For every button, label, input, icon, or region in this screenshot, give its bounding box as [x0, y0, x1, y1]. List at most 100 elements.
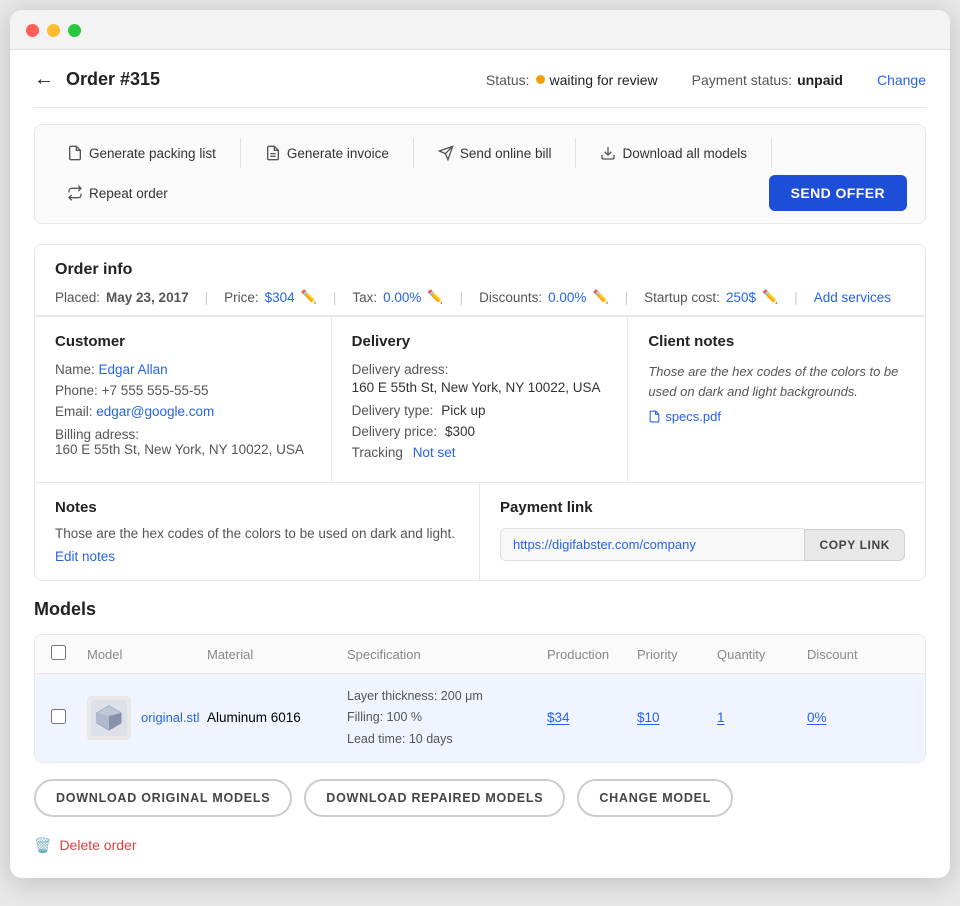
add-services-link[interactable]: Add services	[814, 290, 891, 305]
file-icon	[67, 145, 83, 161]
table-row: original.stl Aluminum 6016 Layer thickne…	[35, 674, 925, 762]
email-value[interactable]: edgar@google.com	[96, 404, 214, 419]
generate-packing-list-label: Generate packing list	[89, 146, 216, 161]
startup-label: Startup cost:	[644, 290, 720, 305]
change-model-button[interactable]: CHANGE MODEL	[577, 779, 733, 817]
priority-value[interactable]: $10	[637, 710, 717, 725]
edit-notes-link[interactable]: Edit notes	[55, 549, 115, 564]
customer-phone-row: Phone: +7 555 555-55-55	[55, 383, 311, 398]
info-grid: Customer Name: Edgar Allan Phone: +7 555…	[35, 316, 925, 482]
notes-title: Notes	[55, 499, 459, 516]
phone-label: Phone:	[55, 383, 98, 398]
generate-invoice-label: Generate invoice	[287, 146, 389, 161]
app-window: ← Order #315 Status: waiting for review …	[10, 10, 950, 878]
startup-edit-icon[interactable]: ✏️	[762, 289, 778, 305]
payment-link-input[interactable]	[500, 528, 804, 561]
placed-value: May 23, 2017	[106, 290, 189, 305]
repeat-icon	[67, 185, 83, 201]
price-value[interactable]: $304	[265, 290, 295, 305]
delivery-type-label: Delivery type:	[352, 403, 434, 418]
download-all-models-button[interactable]: Download all models	[586, 137, 761, 169]
discounts-edit-icon[interactable]: ✏️	[592, 289, 608, 305]
row-select-checkbox[interactable]	[51, 709, 66, 724]
spec-lead: Lead time: 10 days	[347, 729, 547, 750]
payment-cell: Payment link COPY LINK	[480, 483, 925, 580]
delivery-address-label: Delivery adress:	[352, 362, 608, 377]
delivery-price-value: $300	[445, 424, 475, 439]
discounts-value[interactable]: 0.00%	[548, 290, 586, 305]
quantity-value[interactable]: 1	[717, 710, 807, 725]
email-label: Email:	[55, 404, 93, 419]
spec-layer: Layer thickness: 200 μm	[347, 686, 547, 707]
billing-value: 160 E 55th St, New York, NY 10022, USA	[55, 442, 311, 457]
download-icon	[600, 145, 616, 161]
payment-value: unpaid	[797, 72, 843, 88]
payment-label: Payment status:	[692, 72, 792, 88]
order-info-title: Order info	[55, 261, 905, 279]
order-info-card: Order info Placed: May 23, 2017 | Price:…	[34, 244, 926, 581]
col-specification: Specification	[347, 647, 547, 662]
invoice-icon	[265, 145, 281, 161]
order-meta: Placed: May 23, 2017 | Price: $304 ✏️ | …	[55, 289, 905, 305]
col-priority: Priority	[637, 647, 717, 662]
tracking-value[interactable]: Not set	[413, 445, 456, 460]
traffic-lights	[26, 24, 81, 37]
copy-link-button[interactable]: COPY LINK	[804, 529, 905, 561]
production-value[interactable]: $34	[547, 710, 637, 725]
repeat-order-button[interactable]: Repeat order	[53, 177, 182, 209]
models-table-header: Model Material Specification Production …	[35, 635, 925, 674]
startup-value[interactable]: 250$	[726, 290, 756, 305]
phone-value: +7 555 555-55-55	[102, 383, 209, 398]
customer-email-row: Email: edgar@google.com	[55, 404, 311, 419]
generate-packing-list-button[interactable]: Generate packing list	[53, 137, 230, 169]
close-button[interactable]	[26, 24, 39, 37]
back-arrow-icon[interactable]: ←	[34, 68, 54, 91]
name-value[interactable]: Edgar Allan	[99, 362, 168, 377]
col-production: Production	[547, 647, 637, 662]
divider4	[771, 138, 772, 168]
generate-invoice-button[interactable]: Generate invoice	[251, 137, 403, 169]
material-cell: Aluminum 6016	[207, 710, 347, 725]
billing-label: Billing adress:	[55, 427, 311, 442]
top-bar: ← Order #315 Status: waiting for review …	[34, 68, 926, 108]
tax-edit-icon[interactable]: ✏️	[427, 289, 443, 305]
price-edit-icon[interactable]: ✏️	[301, 289, 317, 305]
model-thumb-img	[91, 700, 127, 736]
col-model: Model	[87, 647, 207, 662]
bottom-buttons: DOWNLOAD ORIGINAL MODELS DOWNLOAD REPAIR…	[34, 779, 926, 817]
row-checkbox	[51, 709, 87, 727]
titlebar	[10, 10, 950, 50]
delivery-address-value: 160 E 55th St, New York, NY 10022, USA	[352, 380, 608, 395]
download-repaired-models-button[interactable]: DOWNLOAD REPAIRED MODELS	[304, 779, 565, 817]
specs-link[interactable]: specs.pdf	[648, 409, 905, 424]
discount-value[interactable]: 0%	[807, 710, 897, 725]
delete-order-row[interactable]: 🗑️ Delete order	[34, 837, 926, 854]
models-section: Models Model Material Specification Prod…	[34, 599, 926, 763]
tax-value[interactable]: 0.00%	[383, 290, 421, 305]
send-online-bill-label: Send online bill	[460, 146, 552, 161]
customer-name-row: Name: Edgar Allan	[55, 362, 311, 377]
specification-cell: Layer thickness: 200 μm Filling: 100 % L…	[347, 686, 547, 750]
send-offer-button[interactable]: SEND OFFER	[769, 175, 907, 211]
delete-order-label: Delete order	[59, 837, 136, 853]
toolbar: Generate packing list Generate invoice S…	[34, 124, 926, 224]
client-notes-text: Those are the hex codes of the colors to…	[648, 362, 905, 401]
change-link[interactable]: Change	[877, 72, 926, 88]
divider2	[413, 138, 414, 168]
send-icon	[438, 145, 454, 161]
tracking-label: Tracking	[352, 445, 403, 460]
delivery-type-row: Delivery type: Pick up	[352, 403, 608, 418]
download-original-models-button[interactable]: DOWNLOAD ORIGINAL MODELS	[34, 779, 292, 817]
price-value: $54	[897, 710, 926, 725]
minimize-button[interactable]	[47, 24, 60, 37]
model-name-link[interactable]: original.stl	[141, 710, 200, 725]
maximize-button[interactable]	[68, 24, 81, 37]
repeat-order-label: Repeat order	[89, 186, 168, 201]
send-online-bill-button[interactable]: Send online bill	[424, 137, 566, 169]
col-price: Price	[897, 647, 926, 662]
tracking-row: Tracking Not set	[352, 445, 608, 460]
model-name-cell: original.stl	[87, 696, 207, 740]
select-all-checkbox[interactable]	[51, 645, 66, 660]
divider3	[575, 138, 576, 168]
status-label: Status:	[486, 72, 530, 88]
